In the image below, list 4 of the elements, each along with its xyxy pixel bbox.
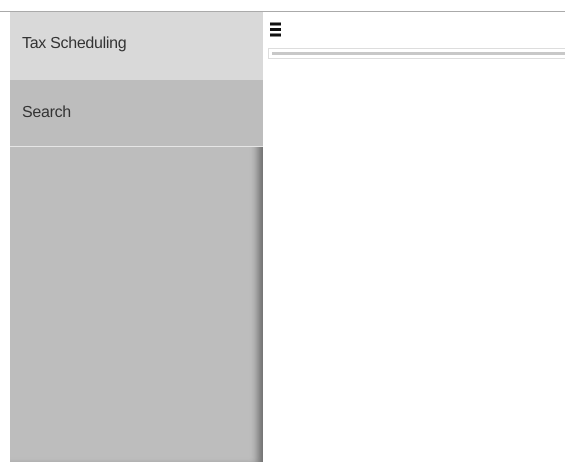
sidebar-item[interactable]: Tax Scheduling [10, 12, 263, 80]
menu-icon[interactable] [270, 22, 281, 37]
sidebar-item[interactable]: Search [10, 80, 263, 147]
input-field[interactable] [268, 48, 565, 59]
